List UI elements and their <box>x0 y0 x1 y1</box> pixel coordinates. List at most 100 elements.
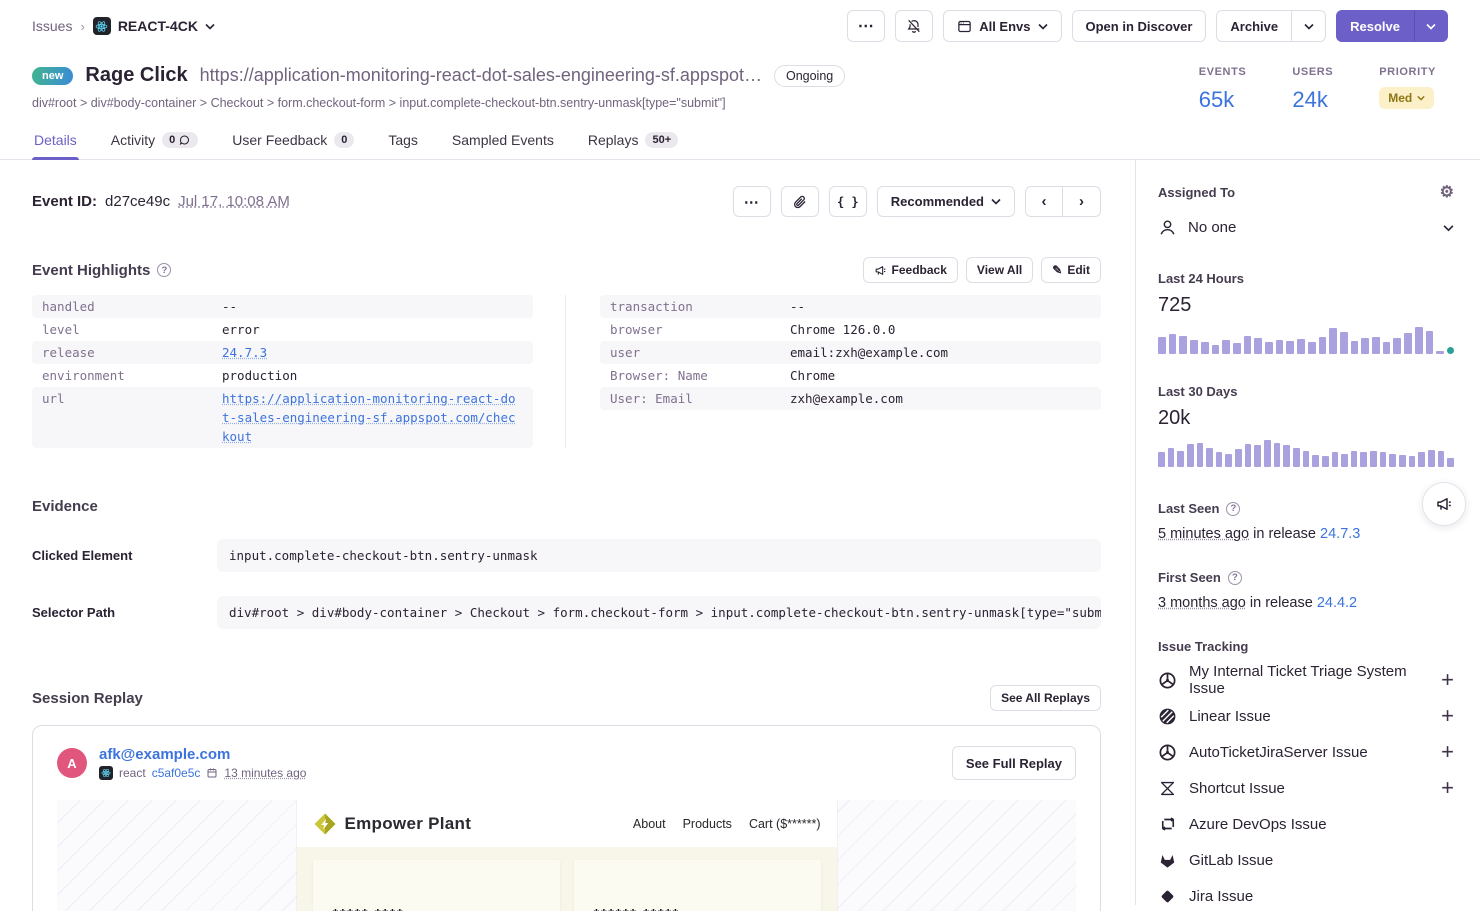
chart-bar <box>1404 333 1412 354</box>
see-full-replay-button[interactable]: See Full Replay <box>952 746 1076 780</box>
chart-bar <box>1341 454 1348 468</box>
events-stat-value[interactable]: 65k <box>1199 87 1247 113</box>
chart-bar <box>1361 338 1369 354</box>
chart-bar <box>1177 451 1184 467</box>
chart-bar <box>1308 342 1316 354</box>
last-24h-title: Last 24 Hours <box>1158 271 1244 286</box>
chart-bar <box>1319 337 1327 354</box>
chevron-down-icon <box>1417 95 1425 101</box>
replay-user-link[interactable]: afk@example.com <box>99 746 306 763</box>
megaphone-icon <box>1435 495 1453 513</box>
floating-feedback-button[interactable] <box>1422 482 1466 526</box>
chart-bar <box>1297 339 1305 354</box>
copy-link-button[interactable] <box>781 186 819 217</box>
chart-bar <box>1254 445 1261 467</box>
project-selector[interactable]: REACT-4CK <box>93 17 215 35</box>
help-icon[interactable]: ? <box>1228 571 1242 585</box>
chevron-down-icon <box>1443 224 1454 232</box>
resolve-dropdown-button[interactable] <box>1414 10 1448 42</box>
tab-replays[interactable]: Replays50+ <box>586 126 680 159</box>
add-issue-button[interactable]: + <box>1441 705 1454 727</box>
add-issue-button[interactable]: + <box>1441 741 1454 763</box>
environment-selector[interactable]: All Envs <box>943 10 1061 42</box>
event-nav-selected: Recommended <box>891 194 984 209</box>
paperclip-icon <box>792 194 807 209</box>
chart-bar <box>1360 452 1367 467</box>
highlight-row: browserChrome 126.0.0 <box>600 318 1101 341</box>
add-issue-button[interactable]: + <box>1441 777 1454 799</box>
highlights-table-left: handled-- levelerror release24.7.3 envir… <box>32 295 533 448</box>
chart-bar <box>1436 351 1444 354</box>
avatar: A <box>57 748 87 778</box>
issue-tracking-row: GitLab Issue <box>1158 842 1454 878</box>
see-all-replays-button[interactable]: See All Replays <box>990 685 1101 711</box>
breadcrumb-issues-link[interactable]: Issues <box>32 18 72 34</box>
assignee-selector[interactable]: No one <box>1158 218 1454 237</box>
chart-bar <box>1428 450 1435 467</box>
chart-bar <box>1370 451 1377 467</box>
chart-bar <box>1225 454 1232 468</box>
archive-dropdown-button[interactable] <box>1292 10 1326 42</box>
chart-bar <box>1312 455 1319 467</box>
release-link[interactable]: 24.7.3 <box>222 343 267 362</box>
more-actions-button[interactable]: ⋯ <box>847 10 885 42</box>
react-project-icon <box>99 766 113 780</box>
gear-icon[interactable]: ⚙ <box>1440 182 1454 202</box>
replay-id-link[interactable]: c5af0e5c <box>152 766 201 780</box>
evidence-row: Selector Path div#root > div#body-contai… <box>32 596 1101 629</box>
tab-sampled-events[interactable]: Sampled Events <box>450 126 556 159</box>
person-icon <box>1158 218 1177 237</box>
priority-badge[interactable]: Med <box>1379 87 1434 109</box>
braces-icon: { } <box>837 195 859 209</box>
replay-preview[interactable]: Empower Plant About Products Cart ($****… <box>57 800 1076 911</box>
last-seen-title: Last Seen? <box>1158 501 1240 516</box>
chart-bar <box>1329 328 1337 354</box>
highlight-row: release24.7.3 <box>32 341 533 364</box>
issue-tracking-row: Jira Issue <box>1158 878 1454 911</box>
tab-user-feedback[interactable]: User Feedback0 <box>230 126 356 159</box>
feedback-button-label: Feedback <box>892 263 947 277</box>
help-icon[interactable]: ? <box>1226 502 1240 516</box>
bell-muted-icon <box>906 18 922 34</box>
replay-time-ago: 13 minutes ago <box>224 766 306 780</box>
chart-bar <box>1190 340 1198 354</box>
chart-bar <box>1158 337 1166 354</box>
highlight-row: Browser: NameChrome <box>600 364 1101 387</box>
tab-details[interactable]: Details <box>32 126 79 159</box>
url-link[interactable]: https://application-monitoring-react-dot… <box>222 389 522 446</box>
users-stat-value[interactable]: 24k <box>1292 87 1333 113</box>
mute-alerts-button[interactable] <box>895 10 933 42</box>
breadcrumb-separator: › <box>80 19 84 34</box>
event-more-button[interactable]: ⋯ <box>733 186 771 217</box>
assignee-value: No one <box>1188 219 1236 236</box>
next-event-button[interactable]: › <box>1063 186 1101 217</box>
selector-path-label: Selector Path <box>32 605 217 620</box>
issue-title: Rage Click <box>85 64 187 87</box>
chart-bar <box>1233 343 1241 354</box>
release-link[interactable]: 24.4.2 <box>1317 595 1357 611</box>
issue-header: Issues › REACT-4CK ⋯ <box>0 10 1480 160</box>
feedback-button[interactable]: Feedback <box>863 257 958 283</box>
release-link[interactable]: 24.7.3 <box>1320 526 1360 542</box>
tab-activity[interactable]: Activity 0 <box>109 126 200 159</box>
resolve-button[interactable]: Resolve <box>1336 10 1414 42</box>
previous-event-button[interactable]: ‹ <box>1025 186 1063 217</box>
open-in-discover-button[interactable]: Open in Discover <box>1072 10 1207 42</box>
highlights-table-right: transaction-- browserChrome 126.0.0 user… <box>565 295 1101 448</box>
edit-button-label: Edit <box>1067 263 1090 277</box>
site-nav-about: About <box>633 817 666 831</box>
add-issue-button[interactable]: + <box>1441 669 1454 691</box>
last-24h-count: 725 <box>1158 294 1454 317</box>
archive-button[interactable]: Archive <box>1216 10 1292 42</box>
event-navigation-dropdown[interactable]: Recommended <box>877 186 1015 217</box>
chart-bar <box>1201 342 1209 354</box>
replay-card: A afk@example.com react c5af0e5c 13 minu <box>32 725 1101 911</box>
help-icon[interactable]: ? <box>157 263 171 277</box>
issue-tracking-row: Linear Issue + <box>1158 698 1454 734</box>
chart-bar <box>1254 338 1262 354</box>
tab-tags[interactable]: Tags <box>386 126 420 159</box>
product-card: ****** ***** **** ****** ***** *** *****… <box>574 860 821 911</box>
view-all-button[interactable]: View All <box>966 257 1033 283</box>
view-json-button[interactable]: { } <box>829 186 867 217</box>
edit-button[interactable]: ✎ Edit <box>1041 257 1101 283</box>
